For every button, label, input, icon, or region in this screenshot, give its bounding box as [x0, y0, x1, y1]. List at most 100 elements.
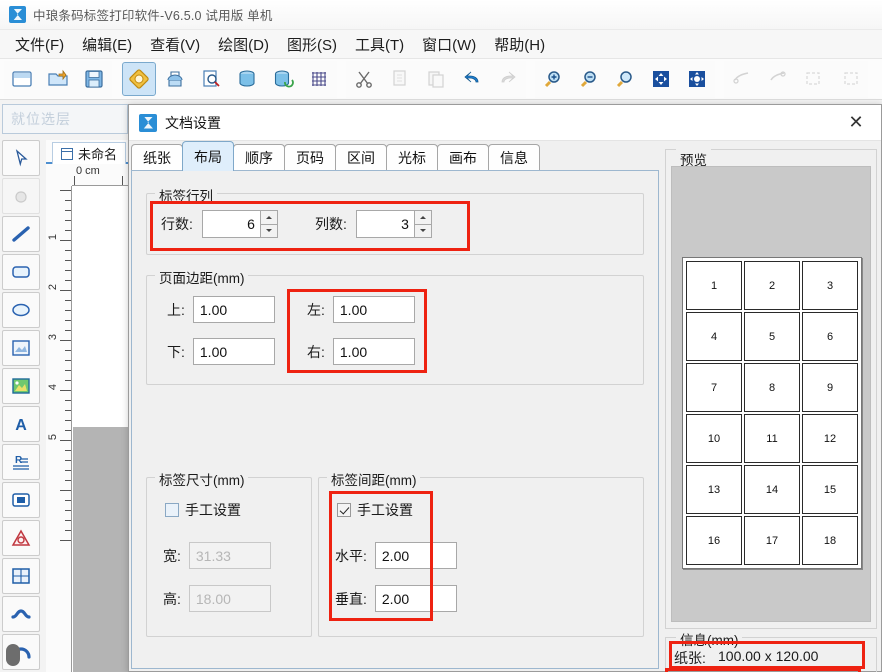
rows-cols-group: 标签行列 行数: 6 列数: 3 [146, 185, 644, 255]
tab-order[interactable]: 顺序 [233, 144, 285, 171]
application-window: 中琅条码标签打印软件-V6.5.0 试用版 单机 文件(F) 编辑(E) 查看(… [0, 0, 882, 672]
group-icon[interactable] [725, 62, 759, 96]
cols-value[interactable]: 3 [355, 210, 414, 238]
image-frame-tool-icon[interactable] [2, 330, 40, 366]
cols-increment-button[interactable] [413, 210, 432, 224]
redo-arrow-icon[interactable] [491, 62, 525, 96]
menu-item-tools[interactable]: 工具(T) [346, 32, 413, 57]
preview-cell: 7 [686, 363, 742, 412]
menu-item-view[interactable]: 查看(V) [141, 32, 209, 57]
zoom-out-icon[interactable] [572, 62, 606, 96]
grid-icon[interactable] [302, 62, 336, 96]
faded-toolbar-field[interactable]: 就位选层 [2, 104, 128, 134]
tab-page-number[interactable]: 页码 [284, 144, 336, 171]
tab-canvas[interactable]: 画布 [437, 144, 489, 171]
fit-width-icon[interactable] [680, 62, 714, 96]
zoom-in-icon[interactable] [536, 62, 570, 96]
menu-item-file[interactable]: 文件(F) [6, 32, 73, 57]
tab-cursor[interactable]: 光标 [386, 144, 438, 171]
tab-layout[interactable]: 布局 [182, 141, 234, 171]
preview-cell: 14 [744, 465, 800, 514]
close-icon[interactable]: ✕ [839, 108, 873, 138]
print-preview-icon[interactable] [194, 62, 228, 96]
margin-top-input[interactable]: 1.00 [192, 296, 275, 323]
print-icon[interactable] [158, 62, 192, 96]
curve-tool-icon[interactable] [2, 596, 40, 632]
pointer-select-icon[interactable] [2, 140, 40, 176]
menu-item-draw[interactable]: 绘图(D) [209, 32, 278, 57]
paste-icon[interactable] [419, 62, 453, 96]
menu-item-shape[interactable]: 图形(S) [278, 32, 346, 57]
cols-decrement-button[interactable] [413, 223, 432, 238]
database-refresh-icon[interactable] [266, 62, 300, 96]
label-size-manual-label: 手工设置 [185, 502, 241, 518]
shape-tool-icon[interactable] [2, 520, 40, 556]
label-size-manual-checkbox[interactable]: 手工设置 [165, 500, 241, 520]
picture-tool-icon[interactable] [2, 368, 40, 404]
new-document-icon[interactable] [5, 62, 39, 96]
margin-top-row: 上: 1.00 [167, 296, 275, 323]
margin-left-input[interactable]: 1.00 [332, 296, 415, 323]
rows-increment-button[interactable] [259, 210, 278, 224]
label-size-group: 标签尺寸(mm) 手工设置 宽: 31.33 高: 18.00 [146, 469, 312, 637]
gap-horizontal-label: 水平: [335, 547, 367, 564]
tab-paper[interactable]: 纸张 [131, 144, 183, 171]
gap-vertical-input[interactable]: 2.00 [374, 585, 457, 612]
ruler-tick-5: 5 [47, 434, 59, 441]
ruler-tick-1: 1 [47, 234, 59, 241]
preview-page: 1 2 3 4 5 6 7 8 9 10 11 12 13 14 15 16 1… [682, 257, 862, 569]
dialog-title-bar: 文档设置 ✕ [129, 105, 881, 141]
save-disk-icon[interactable] [77, 62, 111, 96]
dialog-right-panel: 预览 1 2 3 4 5 6 7 8 9 10 11 12 13 14 15 1… [661, 141, 881, 672]
gap-horizontal-row: 水平: 2.00 [335, 542, 457, 569]
gap-vertical-label: 垂直: [335, 590, 367, 607]
menu-item-window[interactable]: 窗口(W) [413, 32, 485, 57]
paragraph-text-tool-icon[interactable]: R [2, 444, 40, 480]
line-tool-icon[interactable] [2, 216, 40, 252]
rows-decrement-button[interactable] [259, 223, 278, 238]
rounded-rect-tool-icon[interactable] [2, 254, 40, 290]
ungroup-icon[interactable] [761, 62, 795, 96]
ellipse-tool-icon[interactable] [2, 292, 40, 328]
preview-cell: 3 [802, 261, 858, 310]
database-icon[interactable] [230, 62, 264, 96]
label-width-input[interactable]: 31.33 [188, 542, 271, 569]
margin-right-input[interactable]: 1.00 [332, 338, 415, 365]
align-left-icon[interactable] [797, 62, 831, 96]
text-tool-icon[interactable]: A [2, 406, 40, 442]
document-tab-untitled[interactable]: 未命名 [52, 142, 127, 164]
menu-item-help[interactable]: 帮助(H) [485, 32, 554, 57]
preview-cell: 15 [802, 465, 858, 514]
align-right-icon[interactable] [833, 62, 867, 96]
zoom-actual-icon[interactable] [608, 62, 642, 96]
cut-scissors-icon[interactable] [347, 62, 381, 96]
tab-info[interactable]: 信息 [488, 144, 540, 171]
hand-pan-icon[interactable] [2, 178, 40, 214]
dialog-app-icon [139, 113, 157, 132]
menu-item-edit[interactable]: 编辑(E) [73, 32, 141, 57]
margin-right-label: 右: [307, 343, 325, 360]
cols-stepper[interactable]: 3 [355, 210, 432, 238]
barcode-tool-icon[interactable] [2, 482, 40, 518]
rows-stepper[interactable]: 6 [201, 210, 278, 238]
margin-bottom-input[interactable]: 1.00 [192, 338, 275, 365]
margin-left-label: 左: [307, 301, 325, 318]
checkbox-box-icon [165, 503, 179, 517]
label-gap-manual-checkbox[interactable]: 手工设置 [337, 500, 413, 520]
rows-value[interactable]: 6 [201, 210, 260, 238]
copy-icon[interactable] [383, 62, 417, 96]
checkbox-box-icon [337, 503, 351, 517]
gap-horizontal-input[interactable]: 2.00 [374, 542, 457, 569]
svg-text:A: A [15, 417, 27, 434]
fit-page-icon[interactable] [644, 62, 678, 96]
document-setup-icon[interactable] [122, 62, 156, 96]
vertical-scrollbar-thumb[interactable] [6, 644, 20, 666]
tab-range[interactable]: 区间 [335, 144, 387, 171]
label-height-input[interactable]: 18.00 [188, 585, 271, 612]
label-width-label: 宽: [163, 547, 181, 564]
table-tool-icon[interactable] [2, 558, 40, 594]
preview-cell: 8 [744, 363, 800, 412]
open-folder-icon[interactable] [41, 62, 75, 96]
undo-arrow-icon[interactable] [455, 62, 489, 96]
label-gap-group-label: 标签间距(mm) [327, 469, 421, 489]
